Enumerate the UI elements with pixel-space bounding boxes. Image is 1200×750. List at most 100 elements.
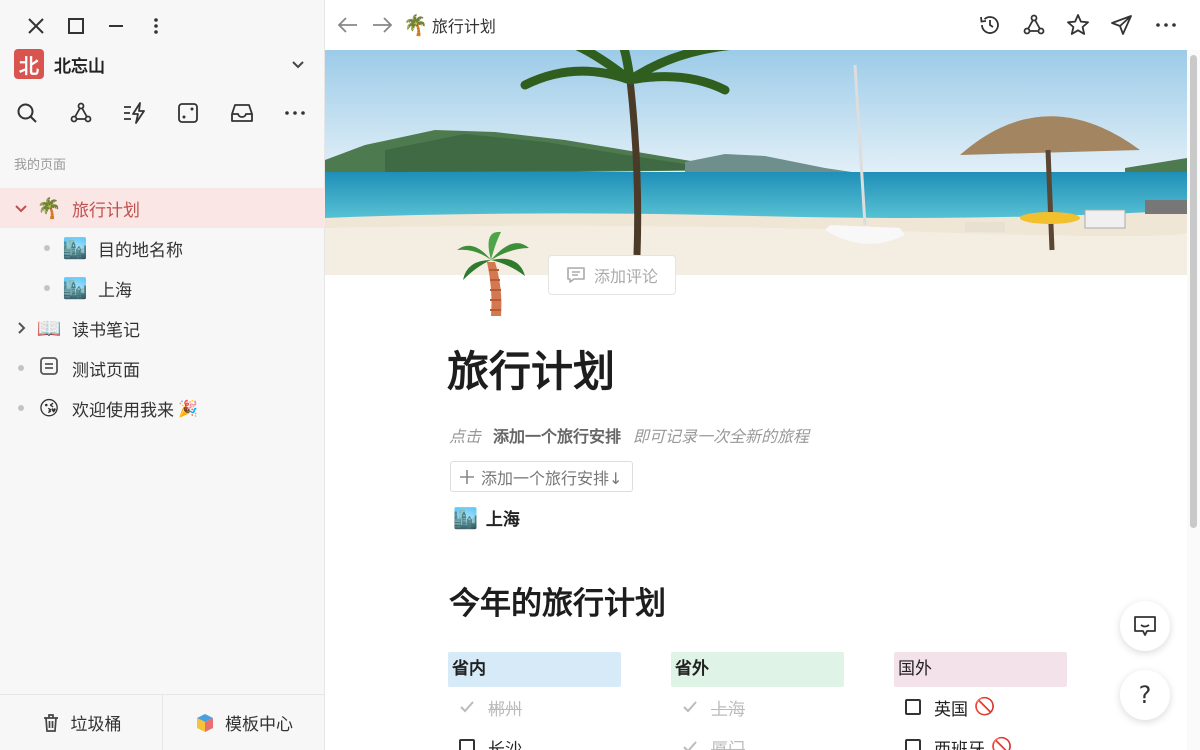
workspace-name: 北忘山 (54, 56, 105, 77)
todo-item[interactable]: 厦门 (671, 727, 844, 750)
tree-item-reading-notes[interactable]: 📖 读书笔记 (0, 308, 325, 348)
tree-item-label: 上海 (98, 280, 132, 301)
topbar: 🌴 旅行计划 (325, 0, 1200, 50)
random-page-icon[interactable] (175, 98, 229, 128)
share-send-icon[interactable] (1100, 8, 1144, 42)
chevron-down-icon[interactable] (286, 52, 310, 76)
check-icon[interactable] (681, 738, 699, 750)
palm-tree-icon: 🌴 (403, 13, 428, 37)
prohibited-icon: 🚫 (991, 737, 1013, 750)
scrollbar[interactable] (1187, 50, 1200, 750)
tree-item-label: 读书笔记 (72, 320, 140, 341)
bullet-dot (18, 405, 24, 411)
more-horizontal-icon[interactable] (1144, 8, 1188, 42)
help-icon[interactable]: ? (1120, 670, 1170, 720)
todo-item[interactable]: 郴州 (448, 687, 621, 727)
forward-arrow-icon[interactable] (365, 8, 399, 42)
trash-icon (43, 713, 58, 732)
sidebar-toolbar (14, 98, 335, 128)
column-other-province: 省外 上海 厦门 (671, 652, 844, 750)
hint-text: 点击 添加一个旅行安排 即可记录一次全新的旅程 (449, 423, 809, 447)
cityscape-icon: 🏙️ (453, 505, 478, 530)
prohibited-icon: 🚫 (974, 697, 996, 717)
check-icon[interactable] (681, 698, 699, 716)
checkbox[interactable] (458, 738, 476, 750)
todo-item[interactable]: 英国 🚫 (894, 687, 1067, 727)
tree-item-test-page[interactable]: 测试页面 (0, 348, 325, 388)
column-abroad: 国外 英国 🚫 西班牙 🚫 (894, 652, 1067, 750)
todo-text: 厦门 (711, 739, 745, 750)
tree-item-label: 旅行计划 (72, 200, 140, 221)
workspace-logo: 北 (14, 49, 44, 79)
tree-item-travel-plan[interactable]: 🌴 旅行计划 (0, 188, 325, 228)
palm-tree-icon: 🌴 (36, 196, 62, 220)
column-header[interactable]: 国外 (894, 652, 1067, 687)
cube-icon (197, 713, 213, 732)
todo-text: 上海 (711, 699, 745, 720)
inbox-icon[interactable] (228, 98, 282, 128)
section-label: 我的页面 (14, 158, 67, 173)
workspace-switcher[interactable]: 北 北忘山 (14, 48, 310, 80)
scrollbar-thumb[interactable] (1190, 55, 1197, 528)
more-vertical-icon[interactable] (136, 12, 176, 40)
linked-page-shanghai[interactable]: 🏙️ 上海 (453, 505, 520, 531)
tree-item-destination[interactable]: 🏙️ 目的地名称 (0, 228, 325, 268)
kiss-face-icon: 😘 (38, 396, 60, 420)
minimize-icon[interactable] (96, 12, 136, 40)
chevron-down-icon[interactable] (10, 197, 32, 219)
add-comment-button[interactable]: 添加评论 (548, 255, 676, 295)
column-domestic-province: 省内 郴州 长沙 (448, 652, 621, 750)
graph-icon[interactable] (1012, 8, 1056, 42)
checkbox[interactable] (904, 698, 922, 716)
todo-item[interactable]: 上海 (671, 687, 844, 727)
check-icon[interactable] (458, 698, 476, 716)
page-title[interactable]: 旅行计划 (447, 338, 615, 399)
tree-item-shanghai[interactable]: 🏙️ 上海 (0, 268, 325, 308)
star-icon[interactable] (1056, 8, 1100, 42)
close-icon[interactable] (16, 12, 56, 40)
tree-item-label: 欢迎使用我来 (72, 400, 174, 421)
bullet-dot (44, 285, 50, 291)
page-tree: 🌴 旅行计划 🏙️ 目的地名称 🏙️ 上海 📖 读书笔记 测试页面 😘 欢迎使用… (0, 188, 325, 428)
chevron-right-icon[interactable] (10, 317, 32, 339)
add-trip-button[interactable]: 添加一个旅行安排↓ (450, 461, 634, 492)
cityscape-icon: 🏙️ (62, 236, 88, 260)
party-popper-icon: 🎉 (178, 398, 198, 418)
bullet-dot (18, 365, 24, 371)
trash-button[interactable]: 垃圾桶 (0, 695, 162, 750)
hint-bold: 添加一个旅行安排 (493, 427, 622, 446)
column-header[interactable]: 省内 (448, 652, 621, 687)
feedback-chat-icon[interactable] (1120, 601, 1170, 651)
graph-icon[interactable] (68, 98, 122, 128)
app-window: 北 北忘山 我的页面 🌴 旅行计划 🏙️ 目的地名称 🏙️ 上海 📖 读书笔记 … (0, 0, 1200, 750)
search-icon[interactable] (14, 98, 68, 128)
add-trip-label: 添加一个旅行安排↓ (481, 468, 623, 488)
todo-text: 英国 (934, 699, 968, 720)
sidebar-footer: 垃圾桶 模板中心 (0, 694, 325, 750)
column-header[interactable]: 省外 (671, 652, 844, 687)
section-heading[interactable]: 今年的旅行计划 (449, 578, 666, 623)
plus-icon (460, 469, 474, 484)
top-actions (968, 8, 1188, 42)
back-arrow-icon[interactable] (331, 8, 365, 42)
checkbox[interactable] (904, 738, 922, 750)
breadcrumb[interactable]: 🌴 旅行计划 (403, 13, 496, 37)
hint-prefix: 点击 (449, 427, 482, 446)
window-controls (16, 12, 176, 40)
tree-item-welcome[interactable]: 😘 欢迎使用我来 🎉 (0, 388, 325, 428)
todo-item[interactable]: 西班牙 🚫 (894, 727, 1067, 750)
main-content: 🌴 旅行计划 添加评论 旅行计划 点击 添加一个旅行安排 即可记录一次全新的旅程… (325, 0, 1200, 750)
comment-icon (567, 267, 585, 283)
sidebar: 北 北忘山 我的页面 🌴 旅行计划 🏙️ 目的地名称 🏙️ 上海 📖 读书笔记 … (0, 0, 325, 750)
todo-item[interactable]: 长沙 (448, 727, 621, 750)
quick-action-icon[interactable] (121, 98, 175, 128)
template-center-button[interactable]: 模板中心 (162, 695, 325, 750)
tree-item-label: 测试页面 (72, 360, 140, 381)
open-book-icon: 📖 (36, 316, 62, 340)
maximize-icon[interactable] (56, 12, 96, 40)
page-icon[interactable] (453, 230, 533, 320)
todo-text: 西班牙 (934, 739, 985, 750)
history-icon[interactable] (968, 8, 1012, 42)
trash-label: 垃圾桶 (70, 715, 122, 735)
template-center-label: 模板中心 (225, 715, 293, 735)
